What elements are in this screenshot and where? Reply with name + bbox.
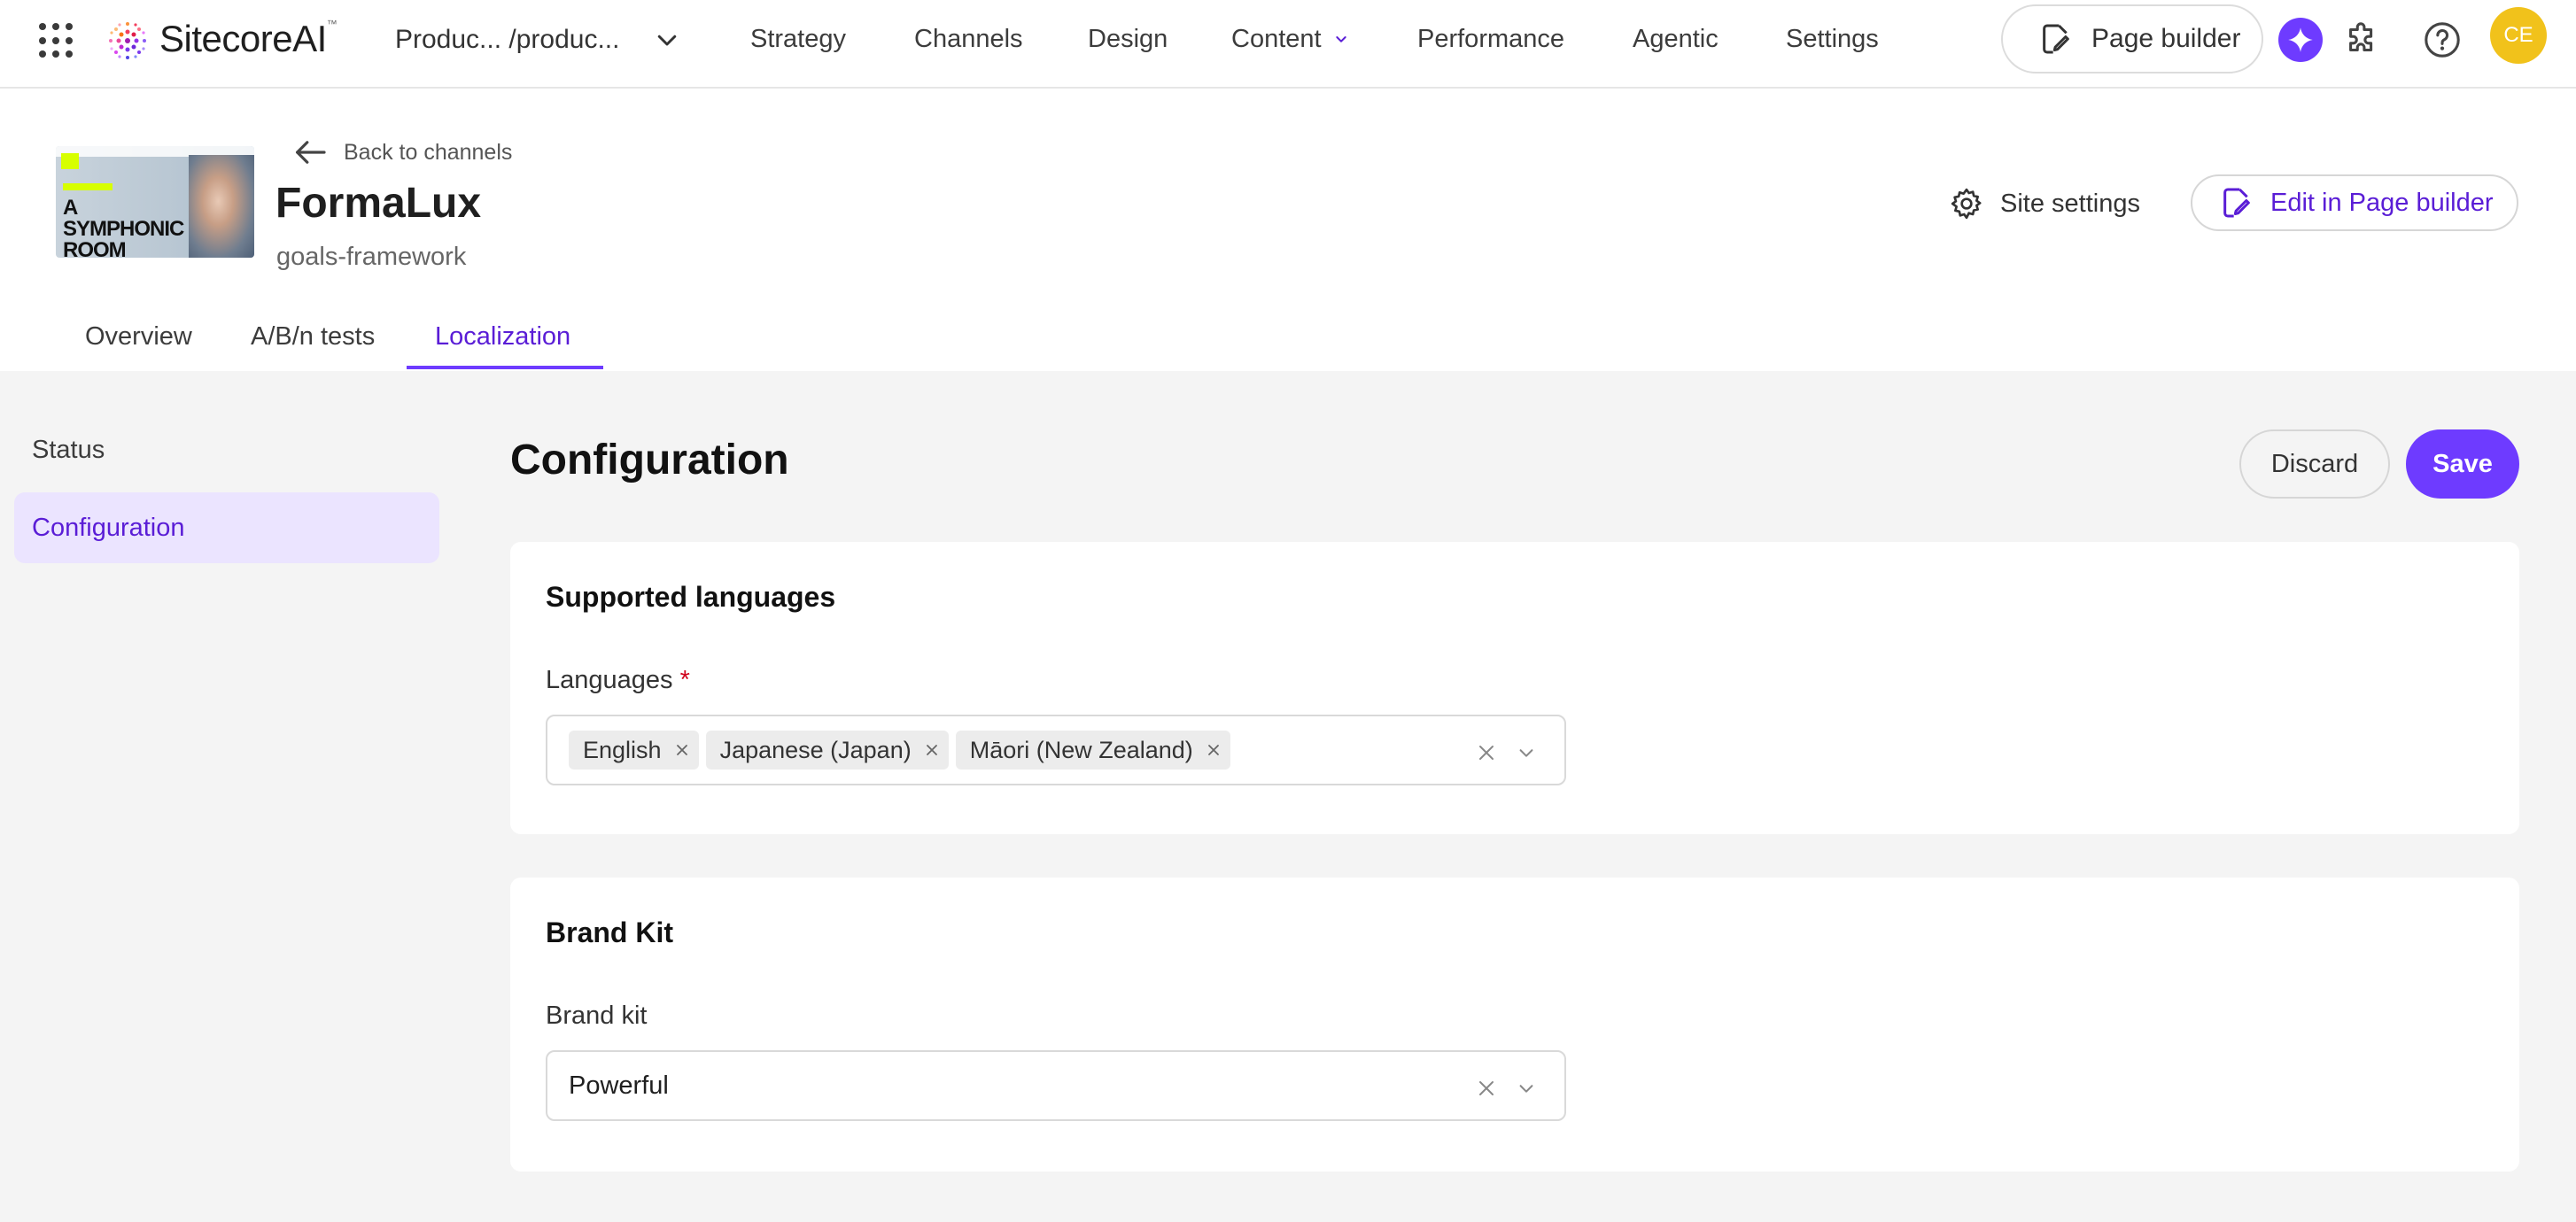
close-icon[interactable]: [1207, 744, 1220, 756]
chevron-down-icon[interactable]: [1517, 743, 1536, 762]
required-mark: *: [679, 666, 690, 694]
page-title: Configuration: [510, 437, 789, 483]
active-tab-indicator: [407, 366, 603, 369]
close-icon[interactable]: [676, 744, 688, 756]
arrow-left-icon[interactable]: [292, 138, 328, 166]
nav-item-agentic[interactable]: Agentic: [1633, 25, 1719, 54]
tab-overview[interactable]: Overview: [85, 322, 192, 352]
language-chip: Māori (New Zealand): [955, 731, 1230, 770]
discard-button[interactable]: Discard: [2239, 429, 2390, 499]
chevron-down-icon[interactable]: [654, 27, 680, 53]
project-selector[interactable]: Produc... /produc...: [395, 25, 619, 55]
brand-kit-label: Brand kit: [546, 1002, 648, 1030]
back-to-channels-link[interactable]: Back to channels: [344, 140, 512, 166]
page-builder-button[interactable]: Page builder: [2001, 4, 2263, 73]
close-icon[interactable]: [926, 744, 938, 756]
chip-label: Māori (New Zealand): [969, 736, 1193, 763]
brand-name[interactable]: SitecoreAI™: [159, 18, 338, 60]
site-settings-label: Site settings: [2000, 189, 2140, 218]
help-icon[interactable]: [2422, 19, 2463, 60]
languages-label: Languages *: [546, 666, 690, 695]
language-chip: Japanese (Japan): [705, 731, 949, 770]
chip-label: Japanese (Japan): [719, 736, 912, 763]
brand-trademark: ™: [326, 18, 338, 30]
card-title: Brand Kit: [546, 916, 673, 948]
chevron-down-icon[interactable]: [1517, 1079, 1536, 1098]
clear-icon[interactable]: [1478, 744, 1495, 762]
languages-label-text: Languages: [546, 666, 673, 694]
brand-kit-select[interactable]: Powerful: [546, 1050, 1566, 1121]
save-button[interactable]: Save: [2406, 429, 2519, 499]
clear-icon[interactable]: [1478, 1079, 1495, 1097]
top-navigation-bar: SitecoreAI™ Produc... /produc... Strateg…: [0, 0, 2576, 89]
card-title: Supported languages: [546, 581, 836, 613]
brand-kit-value: Powerful: [569, 1071, 669, 1100]
nav-item-design[interactable]: Design: [1088, 25, 1168, 54]
thumbnail-headline: A SYMPHONIC ROOM: [63, 196, 184, 259]
ai-sparkle-icon[interactable]: [2278, 18, 2323, 62]
chevron-down-icon[interactable]: [1334, 32, 1348, 46]
edit-in-page-builder-label: Edit in Page builder: [2270, 188, 2494, 217]
nav-item-strategy[interactable]: Strategy: [750, 25, 846, 54]
nav-item-content[interactable]: Content: [1231, 25, 1322, 54]
site-subtitle: goals-framework: [276, 243, 467, 271]
site-settings-button[interactable]: Site settings: [1949, 186, 2140, 221]
nav-item-channels[interactable]: Channels: [914, 25, 1023, 54]
site-thumbnail: A SYMPHONIC ROOM: [56, 146, 254, 258]
brand-label: SitecoreAI: [159, 18, 327, 59]
page-edit-icon: [2223, 188, 2250, 218]
page-builder-label: Page builder: [2091, 24, 2241, 53]
tab-ab-tests[interactable]: A/B/n tests: [251, 322, 375, 352]
edit-in-page-builder-button[interactable]: Edit in Page builder: [2191, 174, 2518, 231]
app-grid-icon[interactable]: [39, 23, 74, 58]
avatar[interactable]: CE: [2490, 7, 2547, 64]
languages-multiselect[interactable]: English Japanese (Japan) Māori (New Zeal…: [546, 715, 1566, 785]
gear-icon: [1951, 188, 1982, 220]
sidebar-item-label: Configuration: [32, 513, 185, 542]
tab-localization[interactable]: Localization: [435, 322, 570, 352]
site-title: FormaLux: [275, 180, 482, 227]
sidebar-item-status[interactable]: Status: [32, 436, 105, 465]
brand-kit-card: Brand Kit Brand kit Powerful: [510, 878, 2519, 1172]
sidebar-item-configuration[interactable]: Configuration: [14, 492, 439, 563]
language-chip: English: [569, 731, 699, 770]
puzzle-icon[interactable]: [2342, 19, 2383, 60]
supported-languages-card: Supported languages Languages * English …: [510, 542, 2519, 834]
nav-item-settings[interactable]: Settings: [1786, 25, 1879, 54]
sitecore-logo-icon: [109, 22, 146, 59]
chip-label: English: [583, 736, 662, 763]
page-edit-icon: [2043, 24, 2069, 54]
nav-item-performance[interactable]: Performance: [1417, 25, 1564, 54]
